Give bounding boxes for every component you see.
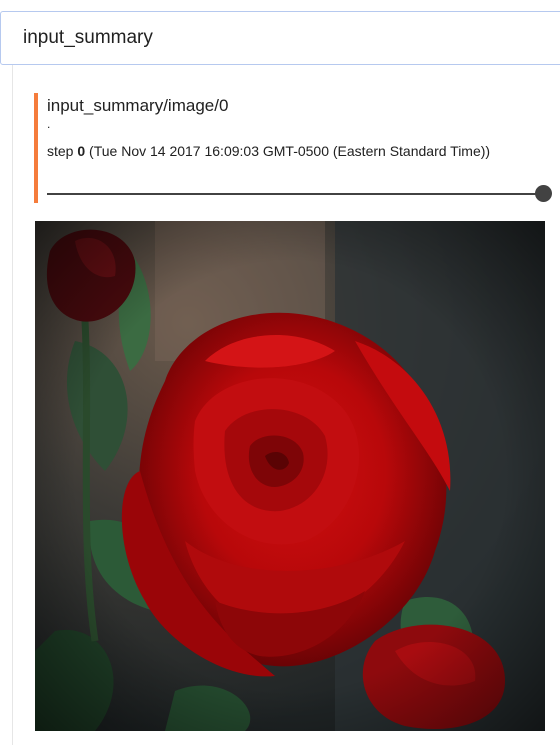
- image-card-title: input_summary/image/0: [47, 96, 229, 115]
- run-color-bar: [34, 93, 38, 203]
- tag-group-header[interactable]: input_summary: [0, 11, 560, 65]
- rose-image: [35, 221, 545, 731]
- step-timestamp: (Tue Nov 14 2017 16:09:03 GMT-0500 (East…: [89, 143, 491, 159]
- summary-image[interactable]: [35, 221, 545, 731]
- step-label: step: [47, 143, 74, 159]
- slider-track[interactable]: [47, 193, 543, 195]
- slider-knob[interactable]: [534, 185, 552, 202]
- step-slider[interactable]: [47, 184, 552, 204]
- run-marker: .: [47, 117, 51, 131]
- step-value: 0: [77, 143, 86, 159]
- step-info: step 0 (Tue Nov 14 2017 16:09:03 GMT-050…: [47, 143, 517, 160]
- tag-group-title: input_summary: [23, 27, 153, 48]
- image-dashboard: input_summary input_summary/image/0 . st…: [0, 0, 560, 745]
